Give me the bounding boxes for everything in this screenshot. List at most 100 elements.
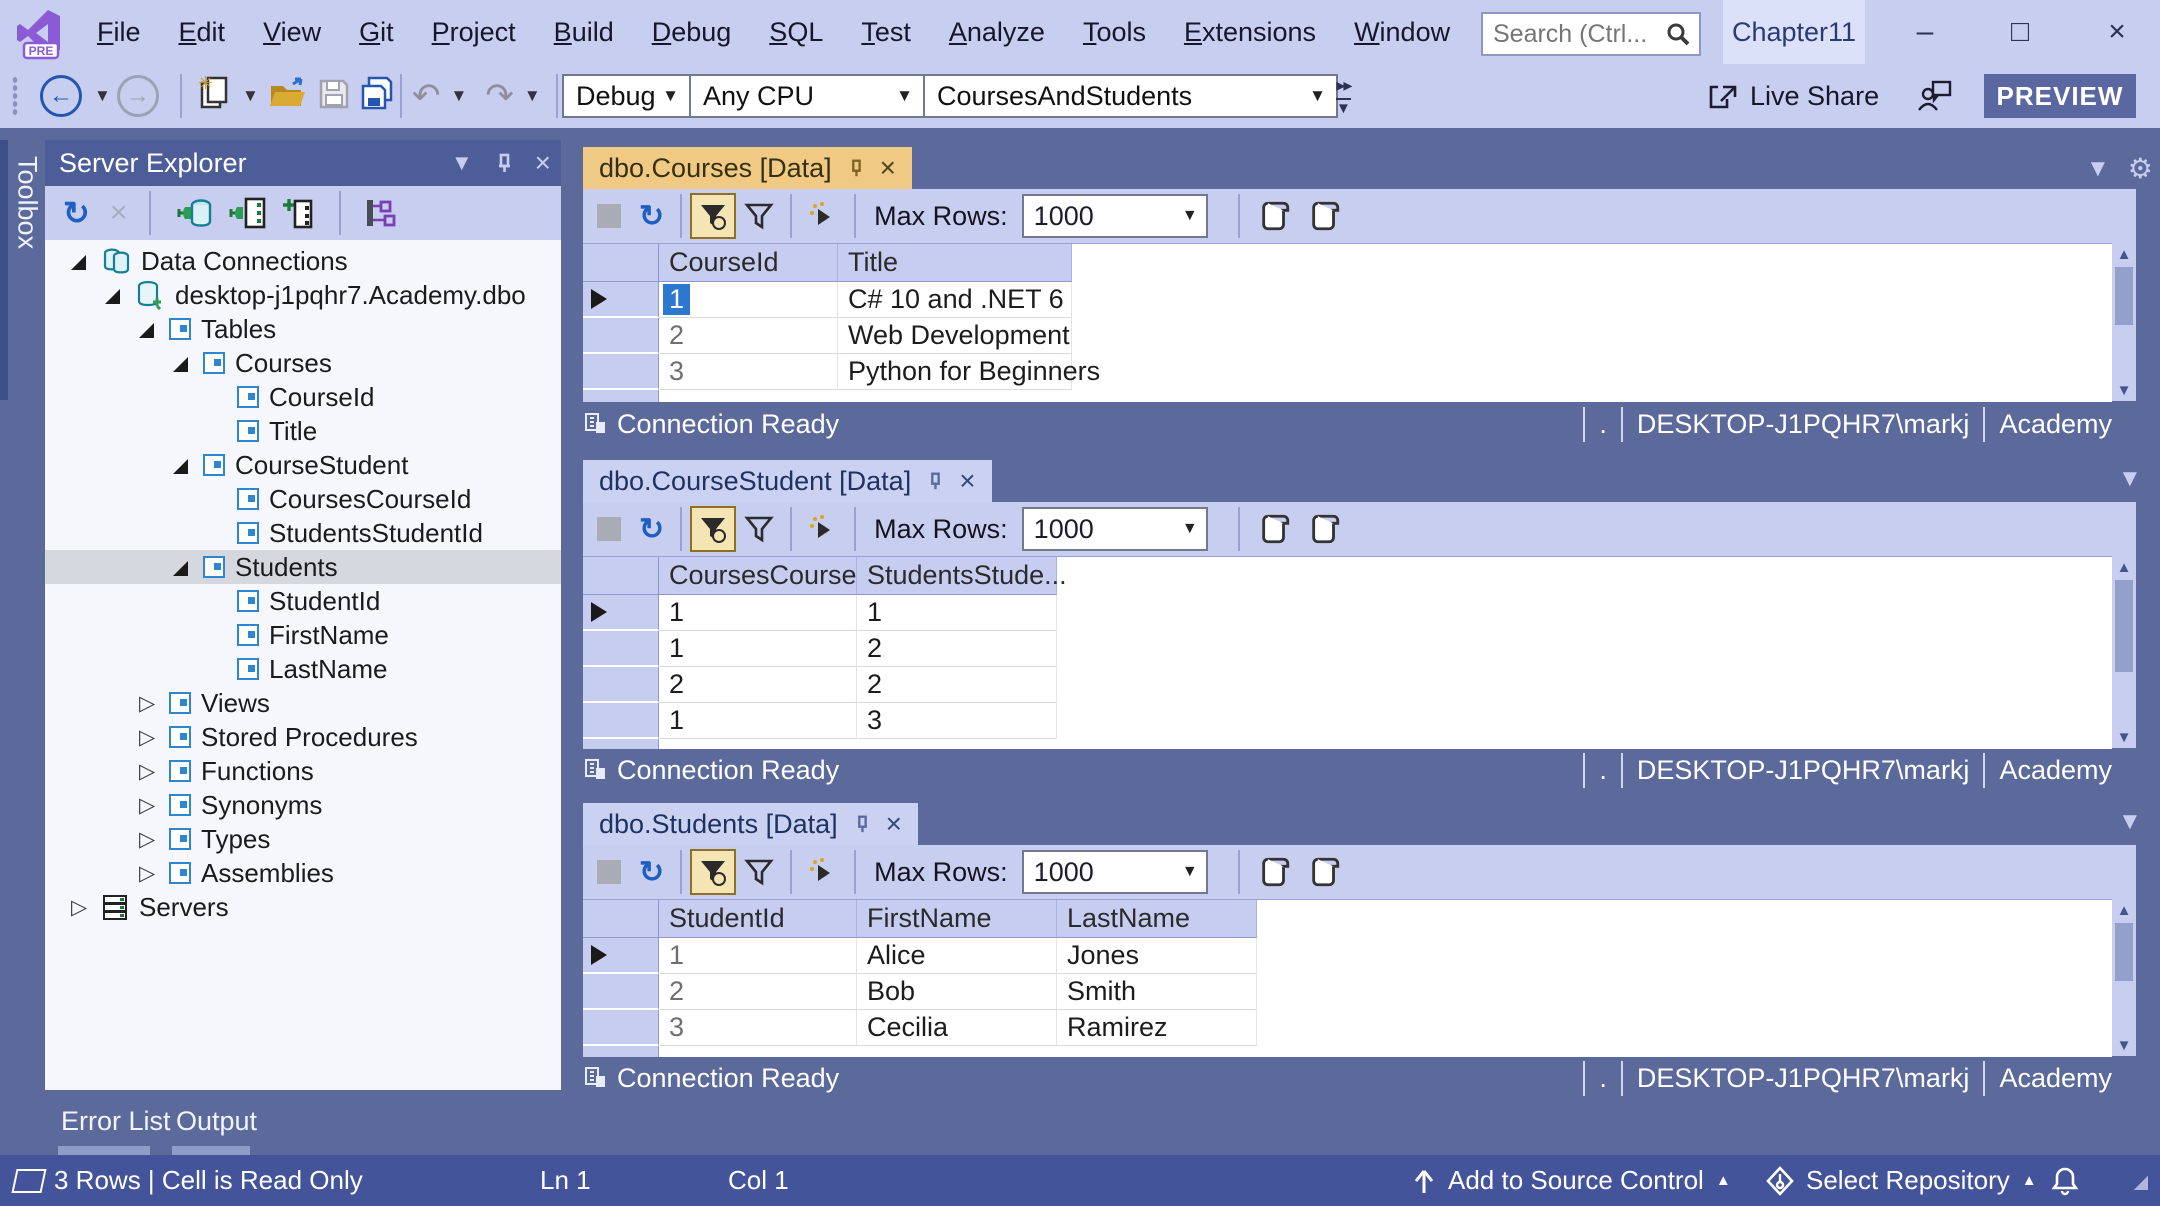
- connect-to-server-icon[interactable]: [227, 195, 267, 231]
- pin-icon[interactable]: [925, 471, 945, 491]
- vertical-scrollbar[interactable]: ▲ ▼: [2112, 899, 2136, 1056]
- menu-extensions[interactable]: Extensions: [1165, 17, 1335, 48]
- collapsed-arrow-icon[interactable]: ▷: [139, 793, 161, 818]
- tree-item-functions[interactable]: ▷Functions: [45, 754, 561, 788]
- minimize-button[interactable]: –: [1890, 0, 1960, 64]
- pin-icon[interactable]: [493, 152, 515, 174]
- script-icon[interactable]: [1258, 855, 1292, 889]
- grid-cell[interactable]: Jones: [1057, 938, 1257, 974]
- row-selector[interactable]: [583, 703, 659, 739]
- close-tab-icon[interactable]: ×: [886, 808, 902, 840]
- tree-item-firstname[interactable]: FirstName: [45, 618, 561, 652]
- row-selector[interactable]: [583, 282, 659, 318]
- tree-item-title[interactable]: Title: [45, 414, 561, 448]
- document-options-gear-icon[interactable]: ⚙: [2128, 152, 2153, 185]
- select-all-corner[interactable]: [583, 900, 659, 938]
- navigate-forward-button[interactable]: →: [117, 75, 159, 117]
- menu-view[interactable]: View: [244, 17, 340, 48]
- open-file-icon[interactable]: [267, 76, 309, 117]
- max-rows-select[interactable]: 1000▼: [1022, 850, 1208, 894]
- refresh-icon[interactable]: ↻: [63, 194, 90, 232]
- solution-configuration-select[interactable]: Debug▼: [562, 74, 691, 118]
- row-selector[interactable]: [583, 354, 659, 390]
- filter-icon[interactable]: [736, 506, 782, 552]
- tab-error-list[interactable]: Error List: [61, 1106, 171, 1137]
- stop-icon[interactable]: [597, 860, 621, 884]
- resize-grip[interactable]: [2130, 1172, 2148, 1190]
- tree-item-coursescourseid[interactable]: CoursesCourseId: [45, 482, 561, 516]
- tree-item-tables[interactable]: Tables: [45, 312, 561, 346]
- toolbar-overflow-icon[interactable]: ▸▸: [1336, 75, 1350, 96]
- tab-list-chevron-icon[interactable]: ▼: [2118, 465, 2142, 493]
- redo-dropdown-icon[interactable]: ▼: [524, 86, 541, 106]
- scroll-down-icon[interactable]: ▼: [2112, 379, 2136, 401]
- add-server-icon[interactable]: [281, 195, 317, 231]
- grid-cell[interactable]: C# 10 and .NET 6: [838, 282, 1072, 318]
- grid-cell[interactable]: Alice: [857, 938, 1057, 974]
- expanded-arrow-icon[interactable]: [173, 552, 195, 583]
- grid-cell[interactable]: 1: [659, 282, 838, 318]
- window-position-icon[interactable]: ▼: [451, 150, 473, 176]
- tree-item-coursestudent[interactable]: CourseStudent: [45, 448, 561, 482]
- tab-output[interactable]: Output: [176, 1106, 257, 1137]
- menu-debug[interactable]: Debug: [633, 17, 751, 48]
- select-all-corner[interactable]: [583, 557, 659, 595]
- undo-icon[interactable]: ↶: [412, 76, 441, 116]
- feedback-icon[interactable]: [1916, 78, 1954, 119]
- tree-item-courses[interactable]: Courses: [45, 346, 561, 380]
- toolbar-options-icon[interactable]: ▼: [1336, 98, 1351, 117]
- tab-list-chevron-icon[interactable]: ▼: [2086, 155, 2110, 183]
- stop-icon[interactable]: [597, 204, 621, 228]
- row-selector[interactable]: [583, 667, 659, 703]
- remove-filter-icon[interactable]: [690, 193, 736, 239]
- script-icon[interactable]: [1258, 512, 1292, 546]
- stop-icon[interactable]: [597, 517, 621, 541]
- tab-dbo-courses-data[interactable]: dbo.Courses [Data] ×: [583, 147, 912, 189]
- script-file-icon[interactable]: [1308, 512, 1342, 546]
- tree-item-studentsstudentid[interactable]: StudentsStudentId: [45, 516, 561, 550]
- live-share-button[interactable]: Live Share: [1706, 64, 1879, 128]
- row-selector[interactable]: [583, 1010, 659, 1046]
- collapsed-arrow-icon[interactable]: ▷: [139, 827, 161, 852]
- connect-to-database-icon[interactable]: [173, 195, 213, 231]
- row-selector[interactable]: [583, 318, 659, 354]
- server-explorer-title-bar[interactable]: Server Explorer ▼ ×: [45, 140, 561, 186]
- grid-cell[interactable]: 3: [857, 703, 1057, 739]
- tree-item-students[interactable]: Students: [45, 550, 561, 584]
- new-project-icon[interactable]: ✳: [192, 75, 228, 118]
- collapsed-arrow-icon[interactable]: ▷: [139, 725, 161, 750]
- menu-test[interactable]: Test: [842, 17, 930, 48]
- tab-dbo-students-data[interactable]: dbo.Students [Data] ×: [583, 803, 918, 845]
- menu-edit[interactable]: Edit: [160, 17, 245, 48]
- grid-cell[interactable]: 1: [857, 595, 1057, 631]
- grid-cell[interactable]: Python for Beginners: [838, 354, 1072, 390]
- select-repository-button[interactable]: Select Repository ▲: [1766, 1155, 2037, 1206]
- scroll-down-icon[interactable]: ▼: [2112, 726, 2136, 748]
- notifications-bell-icon[interactable]: [2052, 1155, 2078, 1206]
- max-rows-select[interactable]: 1000▼: [1022, 194, 1208, 238]
- scroll-down-icon[interactable]: ▼: [2112, 1034, 2136, 1056]
- new-dropdown-icon[interactable]: ▼: [242, 86, 259, 106]
- preview-button[interactable]: PREVIEW: [1984, 74, 2136, 118]
- grid-cell[interactable]: 2: [857, 667, 1057, 703]
- remove-filter-icon[interactable]: [690, 849, 736, 895]
- row-selector[interactable]: [583, 595, 659, 631]
- tree-item-views[interactable]: ▷Views: [45, 686, 561, 720]
- collapsed-arrow-icon[interactable]: ▷: [139, 691, 161, 716]
- max-rows-select[interactable]: 1000▼: [1022, 507, 1208, 551]
- tree-item-assemblies[interactable]: ▷Assemblies: [45, 856, 561, 890]
- scroll-up-icon[interactable]: ▲: [2112, 243, 2136, 265]
- pin-icon[interactable]: [852, 814, 872, 834]
- grid-cell[interactable]: 1: [659, 631, 857, 667]
- collapsed-arrow-icon[interactable]: ▷: [71, 895, 93, 920]
- undo-dropdown-icon[interactable]: ▼: [451, 86, 468, 106]
- column-header-studentid[interactable]: StudentId: [659, 900, 857, 938]
- refresh-icon[interactable]: ↻: [639, 199, 664, 234]
- grid-cell[interactable]: 3: [659, 354, 838, 390]
- redo-icon[interactable]: ↷: [485, 76, 514, 116]
- tree-item-courseid[interactable]: CourseId: [45, 380, 561, 414]
- tree-item-synonyms[interactable]: ▷Synonyms: [45, 788, 561, 822]
- tab-dbo-coursestudent-data[interactable]: dbo.CourseStudent [Data] ×: [583, 460, 992, 502]
- collapsed-arrow-icon[interactable]: ▷: [139, 861, 161, 886]
- expanded-arrow-icon[interactable]: [71, 246, 93, 277]
